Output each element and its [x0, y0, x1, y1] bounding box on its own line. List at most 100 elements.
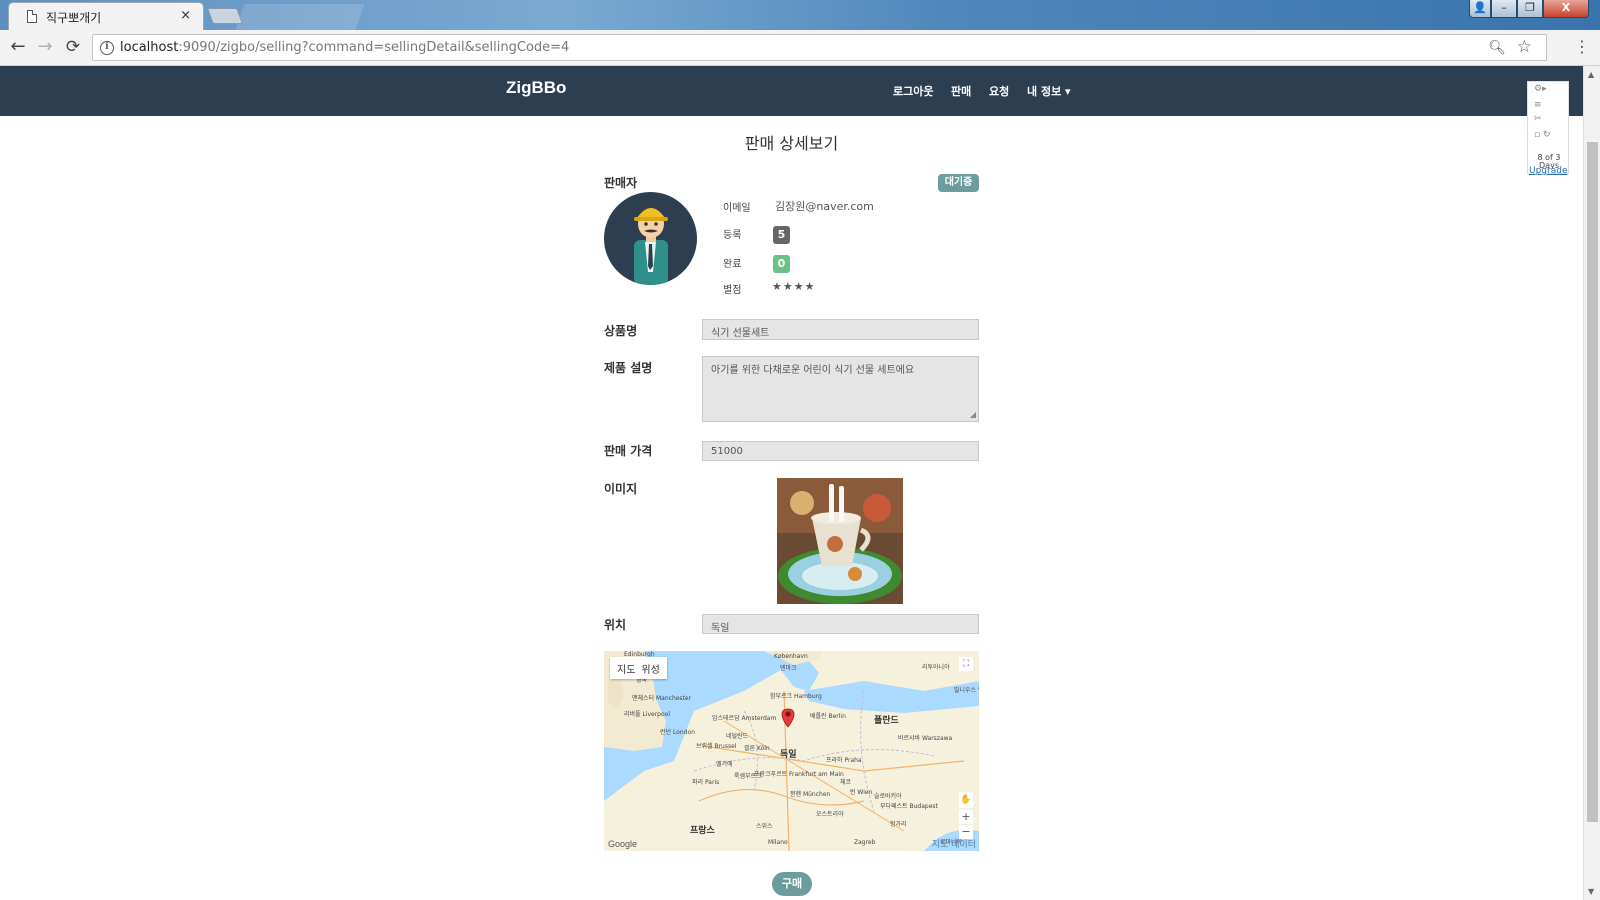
map-type-satellite[interactable]: 위성	[638, 665, 662, 676]
map-label-hamburg: 함부르크 Hamburg	[770, 693, 822, 700]
map-label-budapest: 부다페스트 Budapest	[880, 803, 938, 810]
map-label-liverpool: 리버풀 Liverpool	[624, 711, 671, 718]
map-type-toggle[interactable]: 지도 위성	[610, 657, 667, 679]
info-icon[interactable]: i	[100, 41, 114, 55]
map-label-austria: 오스트리아	[816, 811, 844, 818]
forward-arrow-icon[interactable]: →	[34, 37, 56, 57]
brand-logo[interactable]: ZigBBo	[506, 78, 566, 98]
tab-close-icon[interactable]: ×	[180, 8, 191, 23]
email-label: 이메일	[723, 203, 751, 214]
map-label-czech: 체코	[840, 779, 852, 786]
completed-count-badge: 0	[773, 255, 790, 273]
description-text: 아기를 위한 다채로운 어린이 식기 선물 세트에요	[711, 365, 915, 376]
map-type-map[interactable]: 지도	[614, 665, 638, 676]
description-label: 제품 설명	[604, 361, 653, 375]
scroll-thumb[interactable]	[1587, 142, 1598, 822]
browser-tab[interactable]: 직구뽀개기 ×	[8, 2, 204, 30]
map-label-amsterdam: 암스테르담 Amsterdam	[712, 715, 777, 722]
tabstrip-decoration	[235, 4, 365, 30]
map-label-zagreb: Zagreb	[854, 839, 876, 846]
map-label-netherlands: 네덜란드	[726, 733, 749, 740]
worker-avatar-icon	[634, 208, 668, 285]
seller-email: 김장원@naver.com	[775, 200, 874, 213]
map-label-koln: 쾰른 Köln	[744, 745, 770, 752]
back-arrow-icon[interactable]: ←	[7, 37, 29, 57]
status-badge: 대기중	[938, 174, 979, 192]
new-tab-button[interactable]	[207, 8, 243, 24]
profile-icon[interactable]: 👤	[1469, 0, 1491, 18]
browser-menu-icon[interactable]: ⋮	[1574, 38, 1590, 56]
zoom-in-button[interactable]: +	[959, 810, 973, 824]
map-label-paris: 파리 Paris	[692, 779, 720, 786]
tab-title: 직구뽀개기	[46, 11, 102, 25]
browser-toolbar: ← → ⟳ i localhost:9090/zigbo/selling?com…	[0, 30, 1600, 66]
tools-icon[interactable]: ✂	[1534, 114, 1542, 124]
map-data-credit[interactable]: 지도 데이터	[932, 837, 976, 850]
map-label-berlin: 베를린 Berlin	[810, 713, 846, 720]
map-label-warsaw: 바르샤바 Warszawa	[898, 735, 953, 742]
resize-handle-icon[interactable]: ◢	[970, 410, 976, 419]
map-label-poland: 폴란드	[874, 716, 899, 726]
map-label-frankfurt: 프랑크푸르트 Frankfurt am Main	[754, 771, 844, 778]
description-textarea[interactable]: 아기를 위한 다채로운 어린이 식기 선물 세트에요 ◢	[702, 356, 979, 422]
price-label: 판매 가격	[604, 444, 653, 458]
nav-request[interactable]: 요청	[989, 83, 1009, 99]
registered-count-badge: 5	[773, 226, 790, 244]
completed-label: 완료	[723, 259, 742, 270]
close-window-button[interactable]: X	[1543, 0, 1589, 18]
rating-label: 별점	[723, 285, 742, 296]
location-map[interactable]: Edinburgh København 덴마크 리투아니아 빌니우스 Vilni…	[604, 651, 979, 851]
scroll-down-icon[interactable]: ▼	[1588, 887, 1594, 896]
nav-myinfo-dropdown[interactable]: 내 정보 ▾	[1027, 83, 1071, 99]
rating-stars: ★★★★	[772, 280, 816, 293]
registered-label: 등록	[723, 230, 742, 241]
map-label-praha: 프라하 Praha	[826, 757, 862, 764]
google-logo: Google	[608, 839, 638, 849]
location-label: 위치	[604, 618, 627, 632]
upgrade-link[interactable]: Upgrade	[1529, 166, 1567, 176]
avatar	[604, 192, 697, 285]
bookmark-star-icon[interactable]: ☆	[1517, 37, 1532, 57]
map-label-france: 프랑스	[690, 826, 715, 836]
map-label-germany: 독일	[780, 750, 797, 760]
nav-logout[interactable]: 로그아웃	[893, 83, 933, 99]
address-bar[interactable]: i localhost:9090/zigbo/selling?command=s…	[92, 34, 1547, 61]
map-label-hungary: 헝가리	[890, 821, 907, 828]
site-navbar: ZigBBo 로그아웃 판매 요청 내 정보 ▾	[0, 66, 1583, 116]
nav-sell[interactable]: 판매	[951, 83, 971, 99]
product-image	[777, 478, 903, 604]
page-scrollbar[interactable]: ▲ ▼	[1583, 66, 1600, 900]
price-field[interactable]: 51000	[702, 441, 979, 461]
buy-button[interactable]: 구매	[772, 872, 812, 896]
list-icon[interactable]: ≡	[1534, 100, 1542, 110]
map-label-milano: Milano	[768, 839, 788, 846]
map-label-copenhagen: København	[774, 653, 808, 660]
product-name-label: 상품명	[604, 324, 638, 338]
gear-icon[interactable]: ⚙▸	[1534, 84, 1547, 94]
page-viewport: ZigBBo 로그아웃 판매 요청 내 정보 ▾ ⚙▸ ≡ ✂ ▫ ↻ 8 of…	[0, 66, 1583, 900]
map-label-wien: 빈 Wien	[850, 789, 873, 796]
url-text[interactable]: localhost:9090/zigbo/selling?command=sel…	[120, 40, 569, 55]
page-title: 판매 상세보기	[744, 134, 839, 153]
map-label-lithuania: 리투아니아	[922, 664, 950, 671]
browser-tabstrip: 직구뽀개기 ×	[0, 0, 1600, 30]
fullscreen-icon[interactable]: ⛶	[959, 657, 973, 671]
reload-icon[interactable]: ⟳	[62, 37, 84, 57]
pegman-icon[interactable]: ✋	[959, 792, 973, 808]
image-label: 이미지	[604, 482, 638, 496]
scroll-up-icon[interactable]: ▲	[1588, 70, 1594, 79]
zoom-icon[interactable]: 🔍︎	[1488, 40, 1506, 56]
map-label-london: 런던 London	[660, 729, 695, 736]
map-label-denmark: 덴마크	[780, 665, 797, 672]
maximize-button[interactable]: ❐	[1517, 0, 1543, 18]
map-label-belgium: 벨기에	[716, 761, 733, 768]
tableware-photo	[777, 478, 903, 604]
extension-widget[interactable]: ⚙▸ ≡ ✂ ▫ ↻ 8 of 3 Days Upgrade	[1527, 81, 1569, 176]
map-label-swiss: 스위스	[756, 823, 773, 830]
minimize-button[interactable]: –	[1491, 0, 1517, 18]
map-label-slovakia: 슬로바키아	[874, 793, 902, 800]
seller-label: 판매자	[604, 176, 638, 190]
location-field[interactable]: 독일	[702, 614, 979, 634]
product-name-field[interactable]: 식기 선물세트	[702, 319, 979, 340]
map-label-brussels: 브뤼셀 Brussel	[696, 743, 737, 750]
